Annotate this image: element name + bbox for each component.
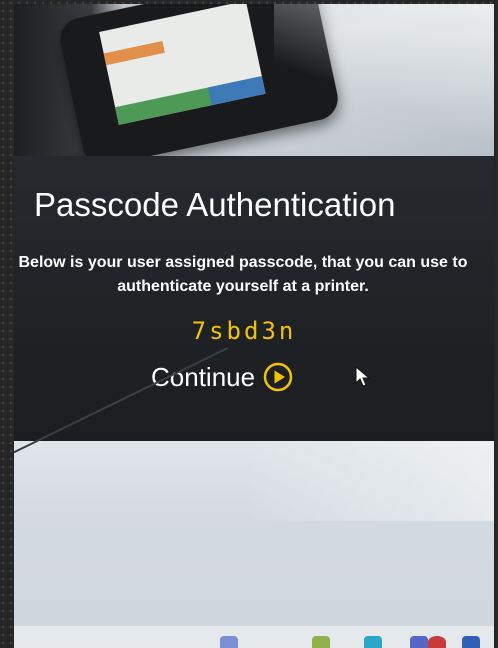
description-line-2: authenticate yourself at a printer.: [117, 278, 369, 295]
page-title: Passcode Authentication: [34, 186, 396, 223]
taskbar-icon-3[interactable]: [364, 636, 382, 648]
taskbar-icon-6[interactable]: [462, 636, 480, 648]
continue-button[interactable]: Continue: [151, 359, 293, 395]
taskbar: [14, 626, 494, 648]
taskbar-icon-1[interactable]: [220, 636, 238, 648]
passcode-description: Below is your user assigned passcode, th…: [14, 251, 478, 299]
taskbar-icon-2[interactable]: [312, 636, 330, 648]
mouse-cursor-icon: [355, 366, 371, 387]
authentication-panel: Passcode Authentication Below is your us…: [14, 156, 494, 441]
passcode-value: 7sbd3n: [191, 317, 297, 345]
description-line-1: Below is your user assigned passcode, th…: [18, 254, 468, 271]
header-banner-image: [14, 4, 494, 170]
taskbar-icon-5[interactable]: [428, 636, 446, 648]
play-circle-icon: [263, 362, 293, 392]
monitor-screen: Passcode Authentication Below is your us…: [14, 4, 494, 648]
taskbar-icon-4[interactable]: [410, 636, 428, 648]
desktop-background: [14, 347, 494, 648]
